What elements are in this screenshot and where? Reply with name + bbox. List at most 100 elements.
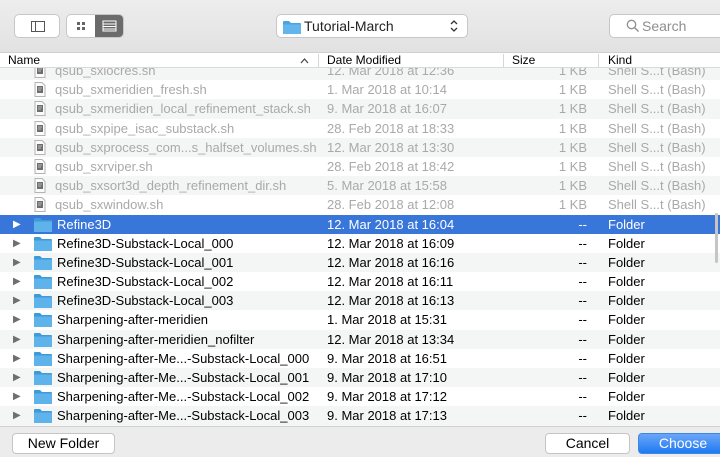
folder-row[interactable]: ▶ Sharpening-after-Me...-Substack-Local_0… (0, 349, 720, 368)
file-row[interactable]: qsub_sxmeridien_local_refinement_stack.s… (0, 99, 720, 119)
disclosure-triangle-icon[interactable]: ▶ (13, 291, 21, 310)
item-size: -- (578, 216, 587, 232)
item-kind: Shell S...t (Bash) (608, 178, 706, 194)
shell-script-file-icon (34, 101, 46, 117)
column-divider[interactable] (598, 54, 599, 67)
item-date-modified: 12. Mar 2018 at 13:34 (327, 331, 455, 347)
list-icon (102, 20, 117, 32)
folder-row[interactable]: ▶ Sharpening-after-meridien 1. Mar 2018 at… (0, 310, 720, 329)
item-date-modified: 9. Mar 2018 at 17:10 (327, 370, 447, 385)
item-name: Sharpening-after-meridien (57, 312, 209, 328)
folder-row[interactable]: ▶ Sharpening-after-Me...-Substack-Local_0… (0, 368, 720, 388)
shell-script-file-icon (34, 68, 46, 78)
new-folder-button[interactable]: New Folder (12, 433, 115, 454)
item-size: 1 KB (558, 158, 587, 174)
item-date-modified: 1. Mar 2018 at 15:31 (327, 312, 447, 328)
item-name: Refine3D-Substack-Local_001 (57, 254, 234, 270)
item-date-modified: 12. Mar 2018 at 13:30 (327, 139, 455, 155)
folder-row[interactable]: ▶ Sharpening-after-Me...-Substack-Local_0… (0, 387, 720, 406)
file-list[interactable]: qsub_sxlocres.sh 12. Mar 2018 at 12:36 1 K… (0, 68, 720, 426)
file-list-rows: qsub_sxlocres.sh 12. Mar 2018 at 12:36 1 K… (0, 68, 720, 426)
disclosure-triangle-icon[interactable]: ▶ (13, 406, 21, 425)
item-size: 1 KB (558, 101, 587, 117)
item-date-modified: 9. Mar 2018 at 17:13 (327, 408, 447, 424)
column-divider[interactable] (503, 54, 504, 67)
path-popup-button[interactable]: Tutorial-March (276, 14, 468, 38)
item-size: -- (578, 312, 587, 328)
shell-script-file-icon (34, 158, 46, 174)
file-row[interactable]: qsub_sxrviper.sh 28. Feb 2018 at 18:42 1 K… (0, 157, 720, 176)
item-size: 1 KB (558, 178, 587, 194)
item-size: 1 KB (558, 120, 587, 136)
folder-row[interactable]: ▶ Refine3D 12. Mar 2018 at 16:04 -- Folder (0, 214, 720, 234)
disclosure-triangle-icon[interactable]: ▶ (13, 310, 21, 329)
item-name: Sharpening-after-Me...-Substack-Local_00… (57, 408, 310, 424)
grid-icon (77, 22, 85, 30)
folder-icon (34, 275, 52, 290)
shell-script-file-icon (34, 139, 46, 155)
disclosure-triangle-icon[interactable]: ▶ (13, 330, 21, 349)
item-size: -- (578, 293, 587, 309)
shell-script-file-icon (34, 178, 46, 194)
choose-button[interactable]: Choose (638, 433, 720, 454)
folder-icon (34, 332, 52, 347)
disclosure-triangle-icon[interactable]: ▶ (13, 349, 21, 368)
scrollbar-thumb[interactable] (715, 213, 718, 263)
item-kind: Shell S...t (Bash) (608, 197, 706, 213)
file-row[interactable]: qsub_sxlocres.sh 12. Mar 2018 at 12:36 1 K… (0, 68, 720, 81)
item-date-modified: 12. Mar 2018 at 16:16 (327, 254, 455, 270)
item-kind: Folder (608, 312, 645, 328)
sort-ascending-icon[interactable] (300, 58, 309, 64)
folder-icon (34, 217, 52, 232)
column-date-header[interactable]: Date Modified (327, 53, 401, 67)
search-icon (626, 19, 639, 32)
folder-row[interactable]: ▶ Refine3D-Substack-Local_001 12. Mar 2018… (0, 252, 720, 273)
item-size: -- (578, 408, 587, 424)
disclosure-triangle-icon[interactable]: ▶ (13, 368, 21, 387)
item-name: qsub_sxrviper.sh (55, 158, 153, 174)
item-size: -- (578, 331, 587, 347)
column-divider[interactable] (318, 54, 319, 67)
sidebar-icon (31, 21, 45, 32)
folder-row[interactable]: ▶ Refine3D-Substack-Local_002 12. Mar 2018… (0, 272, 720, 291)
item-name: qsub_sxmeridien_local_refinement_stack.s… (55, 101, 311, 117)
icon-view-button[interactable] (67, 15, 95, 37)
item-date-modified: 5. Mar 2018 at 15:58 (327, 178, 447, 194)
folder-row[interactable]: ▶ Sharpening-after-Me...-Substack-Local_0… (0, 406, 720, 426)
item-size: 1 KB (558, 197, 587, 213)
folder-row[interactable]: ▶ Refine3D-Substack-Local_003 12. Mar 2018… (0, 291, 720, 311)
file-row[interactable]: qsub_sxwindow.sh 28. Feb 2018 at 12:08 1 K… (0, 195, 720, 214)
file-row[interactable]: qsub_sxmeridien_fresh.sh 1. Mar 2018 at 1… (0, 80, 720, 99)
item-size: 1 KB (558, 139, 587, 155)
item-size: 1 KB (558, 68, 587, 78)
file-row[interactable]: qsub_sxpipe_isac_substack.sh 28. Feb 2018… (0, 119, 720, 138)
folder-icon (34, 294, 52, 309)
search-field[interactable]: Search (609, 14, 720, 38)
item-name: qsub_sxmeridien_fresh.sh (55, 82, 207, 98)
shell-script-file-icon (34, 120, 46, 136)
disclosure-triangle-icon[interactable]: ▶ (13, 387, 21, 406)
item-kind: Shell S...t (Bash) (608, 68, 706, 78)
disclosure-triangle-icon[interactable]: ▶ (13, 253, 21, 272)
folder-row[interactable]: ▶ Sharpening-after-meridien_nofilter 12. M… (0, 329, 720, 349)
folder-row[interactable]: ▶ Refine3D-Substack-Local_000 12. Mar 2018… (0, 234, 720, 253)
cancel-button[interactable]: Cancel (545, 433, 630, 454)
disclosure-triangle-icon[interactable]: ▶ (13, 215, 21, 234)
column-kind-header[interactable]: Kind (608, 53, 632, 67)
toolbar: Tutorial-March Search (0, 0, 720, 52)
shell-script-file-icon (34, 82, 46, 98)
item-name: qsub_sxlocres.sh (55, 68, 156, 78)
file-row[interactable]: qsub_sxprocess_com...s_halfset_volumes.s… (0, 137, 720, 157)
folder-icon (34, 371, 52, 385)
column-size-header[interactable]: Size (512, 53, 535, 67)
item-name: qsub_sxsort3d_depth_refinement_dir.sh (55, 178, 287, 194)
disclosure-triangle-icon[interactable]: ▶ (13, 272, 21, 291)
column-name-header[interactable]: Name (8, 53, 40, 67)
item-kind: Folder (608, 350, 645, 366)
item-size: -- (578, 274, 587, 290)
sidebar-toggle-button[interactable] (14, 14, 60, 38)
disclosure-triangle-icon[interactable]: ▶ (13, 234, 21, 253)
file-row[interactable]: qsub_sxsort3d_depth_refinement_dir.sh 5. … (0, 176, 720, 196)
folder-icon (34, 409, 52, 424)
list-view-button[interactable] (95, 15, 123, 37)
